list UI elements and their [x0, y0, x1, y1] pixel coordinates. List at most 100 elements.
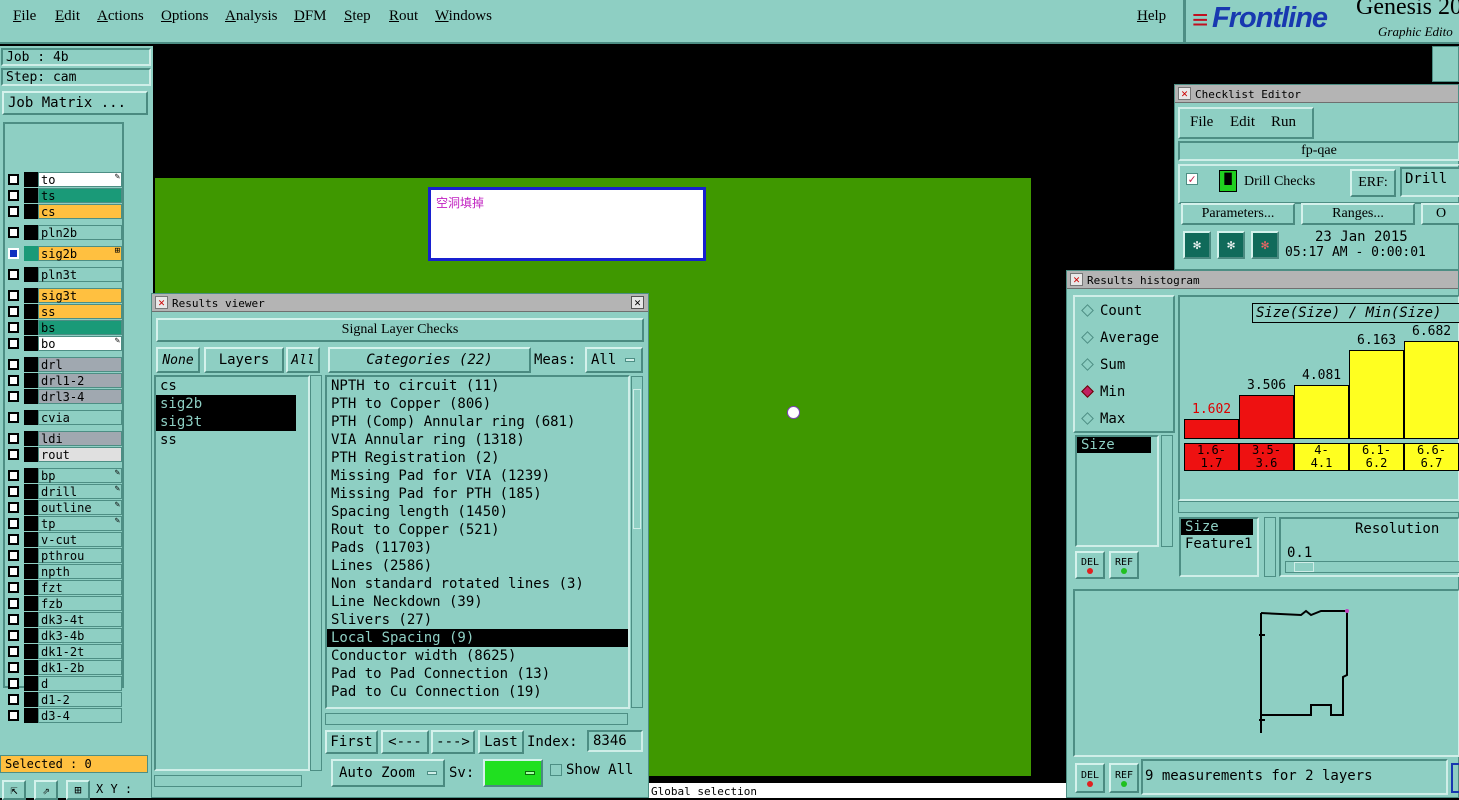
layer-color-swatch[interactable]	[24, 204, 38, 219]
layer-checkbox[interactable]	[8, 269, 19, 280]
layer-checkbox[interactable]	[8, 227, 19, 238]
layer-checkbox[interactable]	[8, 630, 19, 641]
layer-checkbox[interactable]	[8, 412, 19, 423]
layer-row-pthrou[interactable]: pthrou	[6, 548, 122, 563]
mode-radio-min[interactable]: Min	[1081, 384, 1125, 400]
layer-name[interactable]: bo	[38, 336, 122, 351]
layer-color-swatch[interactable]	[24, 484, 38, 499]
layer-color-swatch[interactable]	[24, 246, 38, 261]
layer-checkbox[interactable]	[8, 470, 19, 481]
layer-color-swatch[interactable]	[24, 516, 38, 531]
mode-radio-sum[interactable]: Sum	[1081, 357, 1125, 373]
erf-button[interactable]: ERF:	[1350, 169, 1396, 197]
layer-checkbox[interactable]	[8, 550, 19, 561]
layer-name[interactable]: ts	[38, 188, 122, 203]
mode-radio-max[interactable]: Max	[1081, 411, 1125, 427]
histogram-bar[interactable]	[1239, 395, 1294, 439]
layer-color-swatch[interactable]	[24, 564, 38, 579]
category-item[interactable]: Pads (11703)	[327, 539, 628, 557]
category-item[interactable]: Missing Pad for PTH (185)	[327, 485, 628, 503]
ref-button-2[interactable]: REF	[1109, 763, 1139, 793]
layer-name[interactable]: ss	[38, 304, 122, 319]
layer-name[interactable]: drill	[38, 484, 122, 499]
job-matrix-button[interactable]: Job Matrix ...	[2, 91, 148, 115]
category-list-scrollbar[interactable]	[631, 376, 643, 708]
field-list-scrollbar[interactable]	[1161, 435, 1173, 547]
layer-row-cvia[interactable]: cvia	[6, 410, 122, 425]
ref-button[interactable]: REF	[1109, 551, 1139, 579]
index-input[interactable]: 8346	[587, 730, 643, 752]
categories-button[interactable]: Categories (22)	[328, 347, 531, 373]
layer-checkbox[interactable]	[8, 375, 19, 386]
layer-color-swatch[interactable]	[24, 288, 38, 303]
histogram-attr-list[interactable]: Size Feature1	[1179, 517, 1259, 577]
layer-color-swatch[interactable]	[24, 389, 38, 404]
layer-row-ss[interactable]: ss	[6, 304, 122, 319]
layer-row-sig3t[interactable]: sig3t	[6, 288, 122, 303]
layer-row-ldi[interactable]: ldi	[6, 431, 122, 446]
layer-name[interactable]: fzb	[38, 596, 122, 611]
all-button[interactable]: All	[286, 347, 320, 373]
menu-actions[interactable]: Actions	[97, 8, 144, 25]
layer-row-dk1-2b[interactable]: dk1-2b	[6, 660, 122, 675]
layer-checkbox[interactable]	[8, 290, 19, 301]
menu-edit[interactable]: Edit	[55, 8, 80, 25]
layer-checkbox[interactable]	[8, 322, 19, 333]
layer-checkbox[interactable]	[8, 391, 19, 402]
window-menu-icon[interactable]: ✕	[1178, 87, 1191, 100]
category-item[interactable]: Rout to Copper (521)	[327, 521, 628, 539]
category-item[interactable]: Local Spacing (9)	[327, 629, 628, 647]
zoom-select[interactable]: Auto Zoom	[331, 759, 445, 787]
measure-tool-icon[interactable]: ⇗	[34, 780, 58, 800]
layer-name[interactable]: d	[38, 676, 122, 691]
layer-checkbox[interactable]	[8, 614, 19, 625]
layer-checkbox[interactable]	[8, 598, 19, 609]
layer-row-v-cut[interactable]: v-cut	[6, 532, 122, 547]
layer-name[interactable]: pln2b	[38, 225, 122, 240]
parameters-button[interactable]: Parameters...	[1181, 203, 1295, 225]
layer-result-item[interactable]: ss	[156, 431, 296, 449]
none-button[interactable]: None	[156, 347, 200, 373]
layer-color-swatch[interactable]	[24, 410, 38, 425]
del-button[interactable]: DEL	[1075, 551, 1105, 579]
window-menu-icon[interactable]: ✕	[155, 296, 168, 309]
layer-checkbox[interactable]	[8, 534, 19, 545]
close-icon[interactable]: ✕	[631, 296, 644, 309]
erf-value[interactable]: Drill	[1400, 167, 1459, 197]
layer-checkbox[interactable]	[8, 338, 19, 349]
select-tool-icon[interactable]: ⇱	[2, 780, 26, 800]
layer-color-swatch[interactable]	[24, 628, 38, 643]
show-all-checkbox[interactable]	[550, 764, 562, 776]
layer-name[interactable]: cvia	[38, 410, 122, 425]
layer-checkbox[interactable]	[8, 710, 19, 721]
snap-tool-icon[interactable]: ⊞	[66, 780, 90, 800]
next-button[interactable]: --->	[431, 730, 475, 754]
layer-name[interactable]: rout	[38, 447, 122, 462]
layer-checkbox[interactable]	[8, 662, 19, 673]
checklist-menu-file[interactable]: File	[1190, 114, 1213, 131]
layer-checkbox[interactable]	[8, 359, 19, 370]
window-menu-icon[interactable]: ✕	[1070, 273, 1083, 286]
meas-select[interactable]: All	[585, 347, 643, 373]
layer-checkbox[interactable]	[8, 518, 19, 529]
layer-color-swatch[interactable]	[24, 267, 38, 282]
layer-name[interactable]: ldi	[38, 431, 122, 446]
layer-row-sig2b[interactable]: sig2b ⊞	[6, 246, 122, 261]
category-list-hscrollbar[interactable]	[325, 713, 628, 725]
layer-name[interactable]: bp	[38, 468, 122, 483]
menu-file[interactable]: File	[13, 8, 36, 25]
layer-color-swatch[interactable]	[24, 660, 38, 675]
menu-rout[interactable]: Rout	[389, 8, 418, 25]
layer-row-fzt[interactable]: fzt	[6, 580, 122, 595]
layer-result-item[interactable]: cs	[156, 377, 296, 395]
layer-checkbox[interactable]	[8, 248, 19, 259]
layer-color-swatch[interactable]	[24, 188, 38, 203]
note-box[interactable]: 空洞填掉	[428, 187, 706, 261]
category-item[interactable]: Pad to Cu Connection (19)	[327, 683, 628, 701]
layer-row-drill[interactable]: drill ✎	[6, 484, 122, 499]
category-item[interactable]: PTH (Comp) Annular ring (681)	[327, 413, 628, 431]
histogram-field-list[interactable]: Size	[1075, 435, 1159, 547]
layer-checkbox[interactable]	[8, 190, 19, 201]
attr-list-scrollbar[interactable]	[1264, 517, 1276, 577]
layer-list-scrollbar[interactable]	[310, 375, 322, 771]
